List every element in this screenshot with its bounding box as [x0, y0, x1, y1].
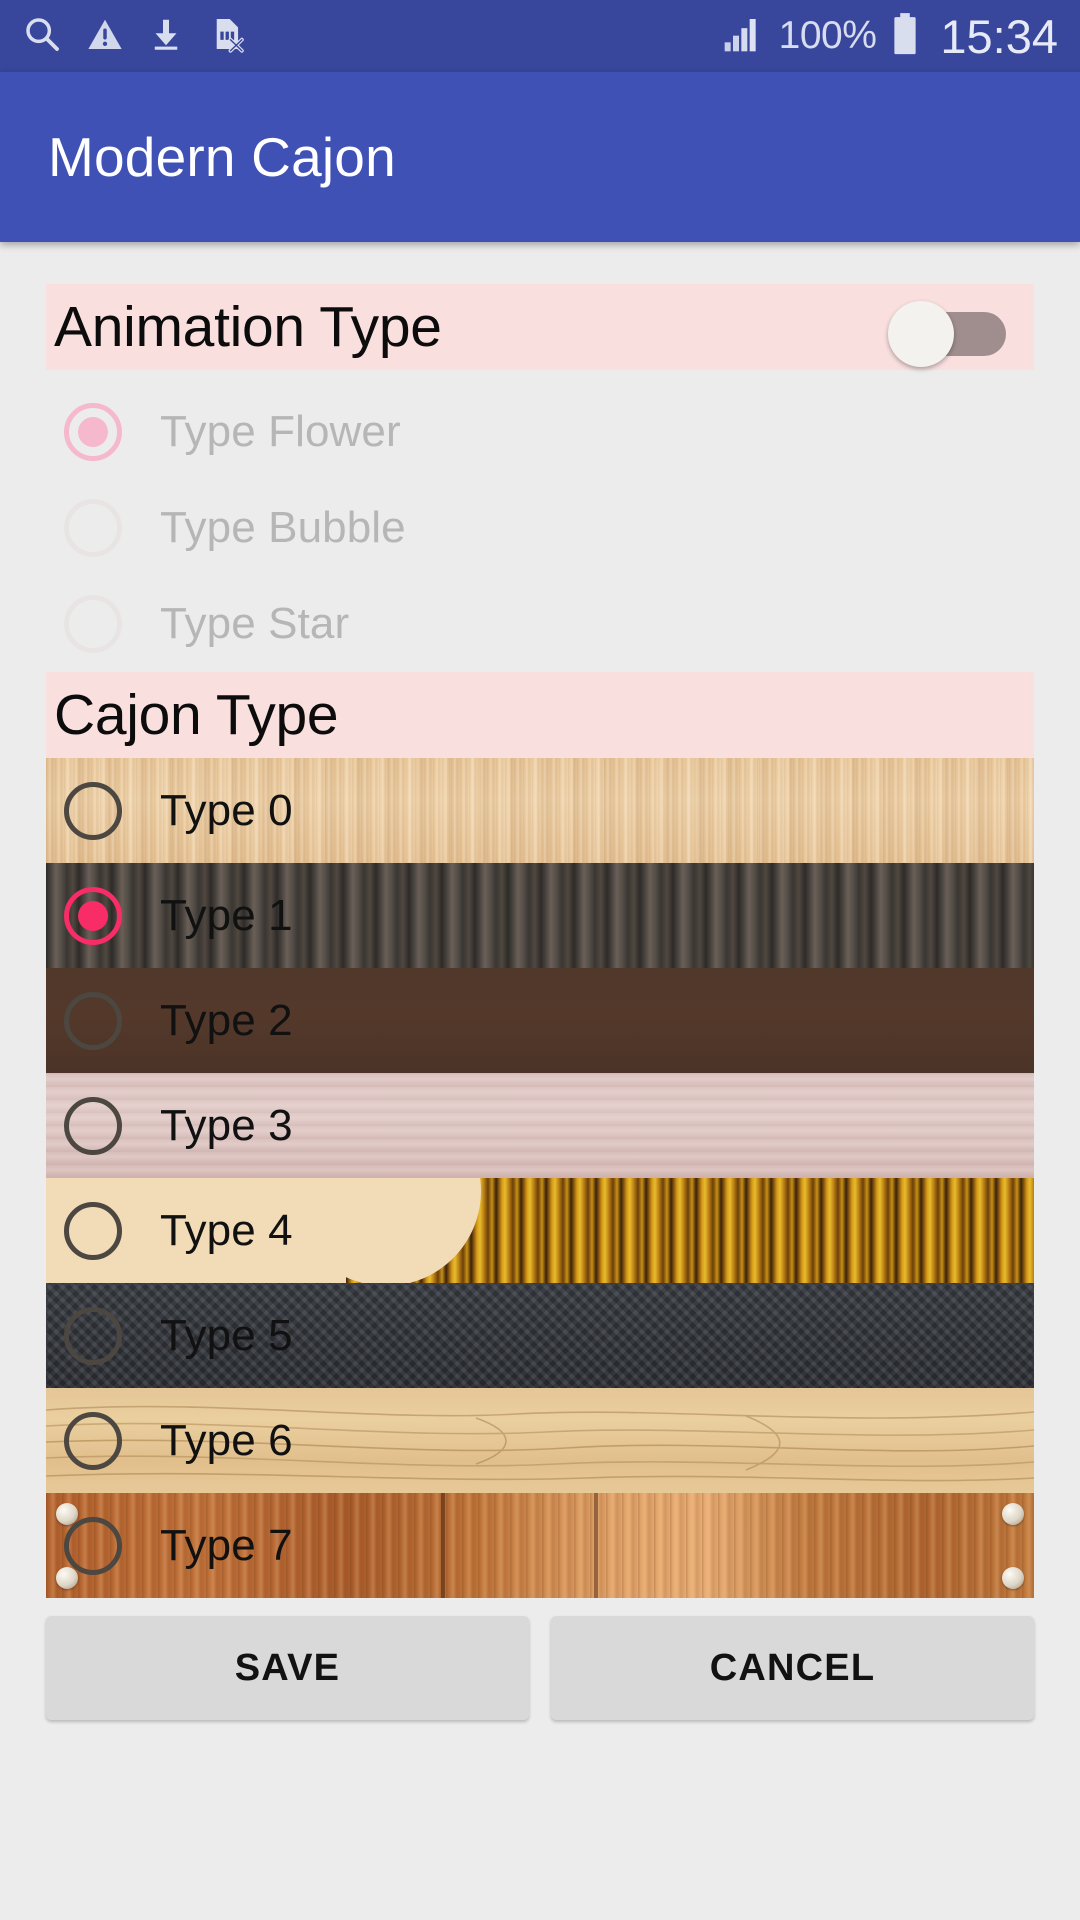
animation-type-options: Type Flower Type Bubble Type Star	[0, 370, 1080, 672]
radio-button-icon	[64, 886, 122, 945]
radio-option-label: Type Bubble	[160, 503, 406, 552]
battery-icon	[890, 12, 920, 61]
cajon-option-label: Type 6	[160, 1415, 293, 1465]
radio-option-label: Type Star	[160, 599, 350, 648]
screw-icon	[56, 1567, 78, 1589]
warning-icon	[86, 15, 124, 58]
cajon-option-label: Type 0	[160, 785, 293, 835]
cajon-option-type-7[interactable]: Type 7	[46, 1493, 1034, 1598]
radio-button-icon	[64, 991, 122, 1050]
radio-option-type-star[interactable]: Type Star	[0, 576, 1080, 672]
cajon-option-type-1[interactable]: Type 1	[46, 863, 1034, 968]
plank-seam	[594, 1493, 598, 1598]
status-bar-right-icons: 100% 15:34	[721, 9, 1058, 64]
clock-label: 15:34	[940, 9, 1058, 63]
cajon-option-label: Type 3	[160, 1100, 293, 1150]
animation-type-header: Animation Type	[46, 284, 1034, 370]
cajon-type-header: Cajon Type	[46, 672, 1034, 758]
battery-percent-label: 100%	[778, 14, 877, 57]
dialog-button-bar: SAVE CANCEL	[46, 1616, 1034, 1720]
cajon-option-label: Type 5	[160, 1310, 293, 1360]
download-icon	[148, 15, 184, 58]
status-bar-left-icons	[22, 14, 246, 59]
animation-toggle[interactable]	[886, 298, 1006, 367]
radio-button-icon	[64, 1411, 122, 1470]
cancel-button[interactable]: CANCEL	[551, 1616, 1034, 1720]
radio-button-icon	[64, 1201, 122, 1260]
plank-seam	[441, 1493, 445, 1598]
settings-content: Animation Type Type Flower Type Bubble T…	[0, 242, 1080, 1720]
page-title: Modern Cajon	[48, 126, 396, 188]
app-bar: Modern Cajon	[0, 72, 1080, 242]
animation-type-title: Animation Type	[54, 294, 442, 359]
status-bar: 100% 15:34	[0, 0, 1080, 72]
radio-button-icon	[64, 781, 122, 840]
radio-button-icon	[64, 1516, 122, 1575]
cajon-option-type-6[interactable]: Type 6	[46, 1388, 1034, 1493]
screw-icon	[56, 1503, 78, 1525]
cajon-option-label: Type 7	[160, 1520, 293, 1570]
cajon-option-label: Type 2	[160, 995, 293, 1045]
cajon-option-type-5[interactable]: Type 5	[46, 1283, 1034, 1388]
radio-button-icon	[64, 1306, 122, 1365]
radio-button-icon	[64, 403, 122, 461]
screw-icon	[1002, 1567, 1024, 1589]
cajon-option-type-4[interactable]: Type 4	[46, 1178, 1034, 1283]
radio-button-icon	[64, 499, 122, 557]
cajon-option-type-2[interactable]: Type 2	[46, 968, 1034, 1073]
save-button[interactable]: SAVE	[46, 1616, 529, 1720]
cajon-type-title: Cajon Type	[54, 682, 339, 747]
radio-button-icon	[64, 1096, 122, 1155]
signal-bars-icon	[721, 14, 765, 59]
cajon-option-type-0[interactable]: Type 0	[46, 758, 1034, 863]
cajon-option-type-3[interactable]: Type 3	[46, 1073, 1034, 1178]
radio-button-icon	[64, 595, 122, 653]
screw-icon	[1002, 1503, 1024, 1525]
search-icon	[22, 14, 62, 59]
sim-card-error-icon	[208, 14, 246, 59]
cajon-option-label: Type 4	[160, 1205, 293, 1255]
radio-option-type-bubble[interactable]: Type Bubble	[0, 480, 1080, 576]
cajon-option-label: Type 1	[160, 890, 293, 940]
radio-option-type-flower[interactable]: Type Flower	[0, 384, 1080, 480]
toggle-thumb	[888, 301, 954, 367]
radio-option-label: Type Flower	[160, 407, 401, 456]
cajon-type-options: Type 0 Type 1 Type 2 Type 3 Type 4 Type …	[46, 758, 1034, 1598]
